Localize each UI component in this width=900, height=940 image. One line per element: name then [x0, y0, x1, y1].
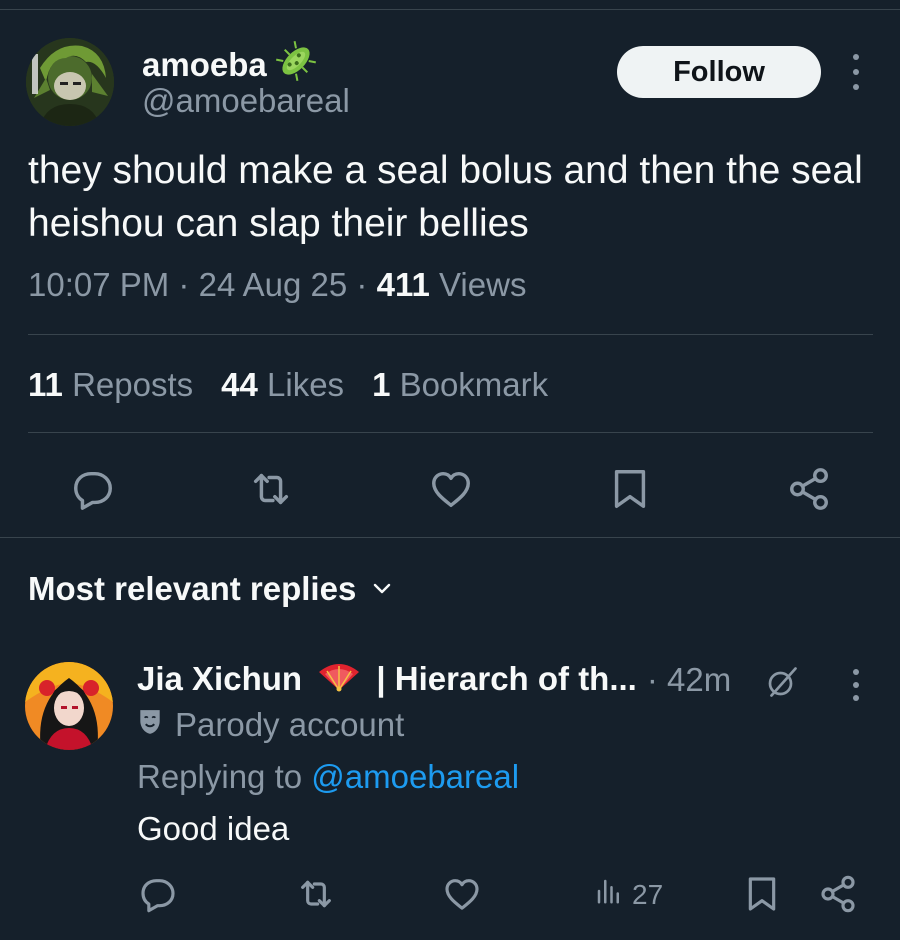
reply-name-part1: Jia Xichun	[137, 660, 303, 697]
like-icon[interactable]	[442, 874, 482, 914]
divider	[0, 537, 900, 538]
meta-separator: ·	[356, 266, 377, 303]
views-count: 411	[376, 266, 430, 303]
reply-author-name[interactable]: Jia Xichun | Hierarch of th...	[137, 660, 637, 700]
likes-stat[interactable]: 44 Likes	[221, 366, 344, 404]
replying-prefix: Replying to	[137, 758, 303, 795]
reply-author-avatar[interactable]	[25, 662, 113, 750]
post-stats: 11 Reposts 44 Likes 1 Bookmark	[28, 366, 548, 404]
reply-action-bar	[0, 872, 900, 918]
repost-icon[interactable]	[296, 874, 336, 914]
parody-label: Parody account	[137, 706, 404, 744]
views-label: Views	[439, 266, 527, 303]
share-icon[interactable]	[818, 874, 858, 914]
reply-views[interactable]: 27	[594, 876, 663, 913]
analytics-icon	[594, 876, 624, 913]
post-action-bar	[0, 460, 900, 516]
tweet-detail-page: amoeba @amoebareal Follow they should ma…	[0, 0, 900, 940]
reply-name-part2: | Hierarch of th...	[376, 660, 637, 697]
grok-icon[interactable]	[764, 664, 800, 700]
bookmark-icon[interactable]	[742, 874, 782, 914]
follow-button[interactable]: Follow	[617, 46, 821, 98]
fan-icon	[317, 662, 361, 700]
more-options-icon[interactable]	[846, 54, 866, 90]
top-divider	[0, 9, 900, 10]
divider	[28, 432, 873, 433]
reply-time-value: 42m	[667, 661, 732, 699]
reposts-label: Reposts	[72, 366, 194, 403]
post-text: they should make a seal bolus and then t…	[28, 149, 863, 245]
post-date[interactable]: 24 Aug 25	[199, 266, 348, 303]
reply-views-count: 27	[632, 878, 664, 910]
likes-count: 44	[221, 366, 258, 403]
bookmarks-label: Bookmark	[399, 366, 549, 403]
replies-sort-label: Most relevant replies	[28, 570, 357, 607]
divider	[28, 334, 873, 335]
author-handle[interactable]: @amoebareal	[142, 82, 350, 120]
reply-icon[interactable]	[70, 466, 116, 512]
meta-separator: ·	[178, 266, 199, 303]
chevron-down-icon	[370, 570, 394, 608]
author-avatar[interactable]	[26, 38, 114, 126]
reposts-stat[interactable]: 11 Reposts	[28, 366, 193, 404]
replying-to: Replying to @amoebareal	[137, 758, 519, 796]
reply-header: Jia Xichun | Hierarch of th... · 42m	[137, 660, 731, 700]
bookmark-icon[interactable]	[607, 466, 653, 512]
share-icon[interactable]	[786, 466, 832, 512]
reply-more-options-icon[interactable]	[846, 669, 866, 701]
time-separator: ·	[646, 661, 658, 699]
bookmarks-stat[interactable]: 1 Bookmark	[372, 366, 548, 404]
parody-text: Parody account	[175, 706, 405, 743]
reposts-count: 11	[28, 366, 63, 403]
repost-icon[interactable]	[248, 466, 294, 512]
author-name-text: amoeba	[142, 46, 267, 83]
likes-label: Likes	[267, 366, 345, 403]
mask-icon	[137, 706, 163, 744]
reply-icon[interactable]	[138, 874, 178, 914]
replying-to-link[interactable]: @amoebareal	[311, 758, 519, 795]
reply-text: Good idea	[137, 810, 290, 847]
post-meta: 10:07 PM · 24 Aug 25 · 411 Views	[28, 266, 526, 304]
replies-sort-dropdown[interactable]: Most relevant replies	[28, 570, 394, 608]
post-time[interactable]: 10:07 PM	[28, 266, 169, 303]
like-icon[interactable]	[428, 466, 474, 512]
reply-time[interactable]: · 42m	[647, 661, 731, 699]
bookmarks-count: 1	[372, 366, 391, 403]
